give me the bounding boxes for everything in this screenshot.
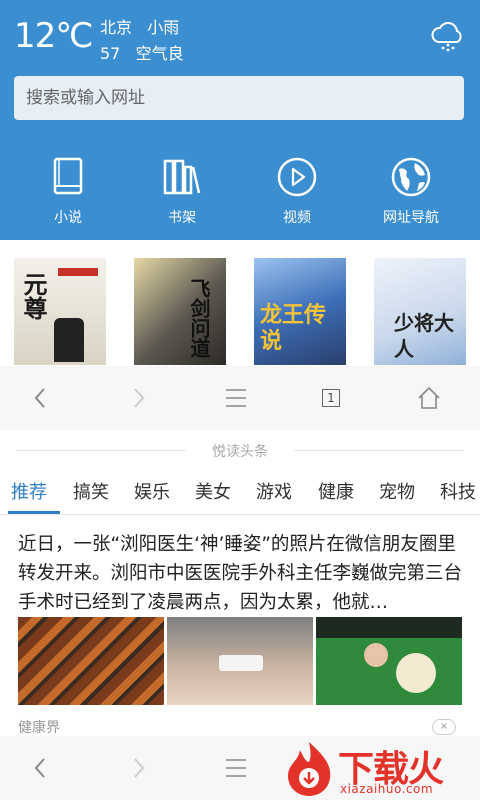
- city-name: 北京: [100, 18, 133, 37]
- flame-logo-icon: [288, 742, 331, 796]
- tabs-button[interactable]: 1: [302, 366, 362, 430]
- quick-link-video[interactable]: 视频: [252, 155, 342, 227]
- home-icon: [418, 386, 440, 409]
- article-text[interactable]: 近日，一张“浏阳医生‘神’睡姿”的照片在微信朋友圈里转发开来。浏阳市中医医院手外…: [18, 530, 466, 617]
- weather-location[interactable]: 北京 小雨: [100, 14, 179, 38]
- chevron-left-icon: [34, 388, 45, 408]
- quick-link-novel[interactable]: 小说: [23, 155, 113, 227]
- book-icon: [53, 157, 83, 195]
- play-icon: [277, 157, 317, 197]
- header: 12℃ 北京 小雨 57 空气良 小说 书架: [0, 0, 480, 240]
- tab-recommend[interactable]: 推荐: [11, 478, 47, 504]
- tab-beauty[interactable]: 美女: [195, 478, 231, 504]
- globe-icon: [391, 157, 431, 197]
- watermark-url: xiazaihuo.com: [340, 782, 434, 796]
- article-image[interactable]: [167, 617, 313, 705]
- book-cover[interactable]: 少将大人: [374, 258, 466, 365]
- weather-condition: 小雨: [147, 18, 180, 37]
- back-button[interactable]: [11, 736, 71, 800]
- tab-games[interactable]: 游戏: [256, 478, 292, 504]
- browser-toolbar: 1: [0, 366, 480, 430]
- quick-link-label: 视频: [283, 210, 311, 226]
- dismiss-button[interactable]: ×: [432, 719, 456, 735]
- book-cover[interactable]: 元尊: [14, 258, 106, 365]
- billiard-ball: [364, 643, 388, 667]
- book-shelf-row: 元尊 飞剑问道 龙王传说 少将大人: [0, 240, 480, 365]
- article-image[interactable]: [18, 617, 164, 705]
- menu-button[interactable]: [206, 366, 266, 430]
- search-bar[interactable]: [14, 76, 464, 120]
- article-source: 健康界: [18, 720, 60, 736]
- publisher-badge: [58, 268, 98, 276]
- news-section-title: 悦读头条: [212, 444, 268, 460]
- quick-link-bookshelf[interactable]: 书架: [137, 155, 227, 227]
- billiard-ball: [396, 653, 436, 693]
- search-input[interactable]: [14, 76, 458, 120]
- menu-icon: [226, 389, 246, 407]
- temperature[interactable]: 12℃: [14, 16, 93, 56]
- chevron-left-icon: [34, 758, 45, 778]
- chevron-right-icon: [134, 758, 145, 778]
- menu-button[interactable]: [206, 736, 266, 800]
- tab-funny[interactable]: 搞笑: [73, 478, 109, 504]
- book-title: 龙王传说: [260, 302, 327, 354]
- tab-count: 1: [322, 389, 340, 407]
- aqi-value: 57: [100, 44, 121, 63]
- tab-pets[interactable]: 宠物: [379, 478, 415, 504]
- quick-link-label: 小说: [54, 210, 82, 226]
- aqi-label: 空气良: [135, 44, 184, 63]
- news-category-tabs: 推荐 搞笑 娱乐 美女 游戏 健康 宠物 科技: [0, 468, 480, 515]
- article-image[interactable]: [316, 617, 462, 705]
- book-cover[interactable]: 飞剑问道: [134, 258, 226, 365]
- forward-button[interactable]: [108, 736, 168, 800]
- quick-link-label: 网址导航: [383, 210, 439, 226]
- book-title: 飞剑问道: [187, 278, 211, 358]
- forward-button[interactable]: [108, 366, 168, 430]
- back-button[interactable]: [11, 366, 71, 430]
- cloud-rain-icon[interactable]: [430, 18, 466, 54]
- chevron-right-icon: [134, 388, 145, 408]
- quick-link-navigation[interactable]: 网址导航: [366, 155, 456, 227]
- quick-link-label: 书架: [168, 210, 196, 226]
- pill-pack: [219, 655, 263, 671]
- news-section-header: 悦读头条: [0, 432, 480, 468]
- tab-entertainment[interactable]: 娱乐: [134, 478, 170, 504]
- book-title: 少将大人: [394, 311, 454, 361]
- book-title: 元尊: [19, 272, 48, 320]
- active-tab-indicator: [8, 511, 60, 514]
- cover-figure: [54, 318, 84, 362]
- book-cover[interactable]: 龙王传说: [254, 258, 346, 365]
- bookshelf-icon: [163, 159, 201, 195]
- tab-tech[interactable]: 科技: [440, 478, 476, 504]
- watermark-logo: 下载火 xiazaihuo.com: [282, 738, 478, 800]
- home-button[interactable]: [399, 366, 459, 430]
- tab-health[interactable]: 健康: [318, 478, 354, 504]
- menu-icon: [226, 759, 246, 777]
- air-quality[interactable]: 57 空气良: [100, 40, 184, 64]
